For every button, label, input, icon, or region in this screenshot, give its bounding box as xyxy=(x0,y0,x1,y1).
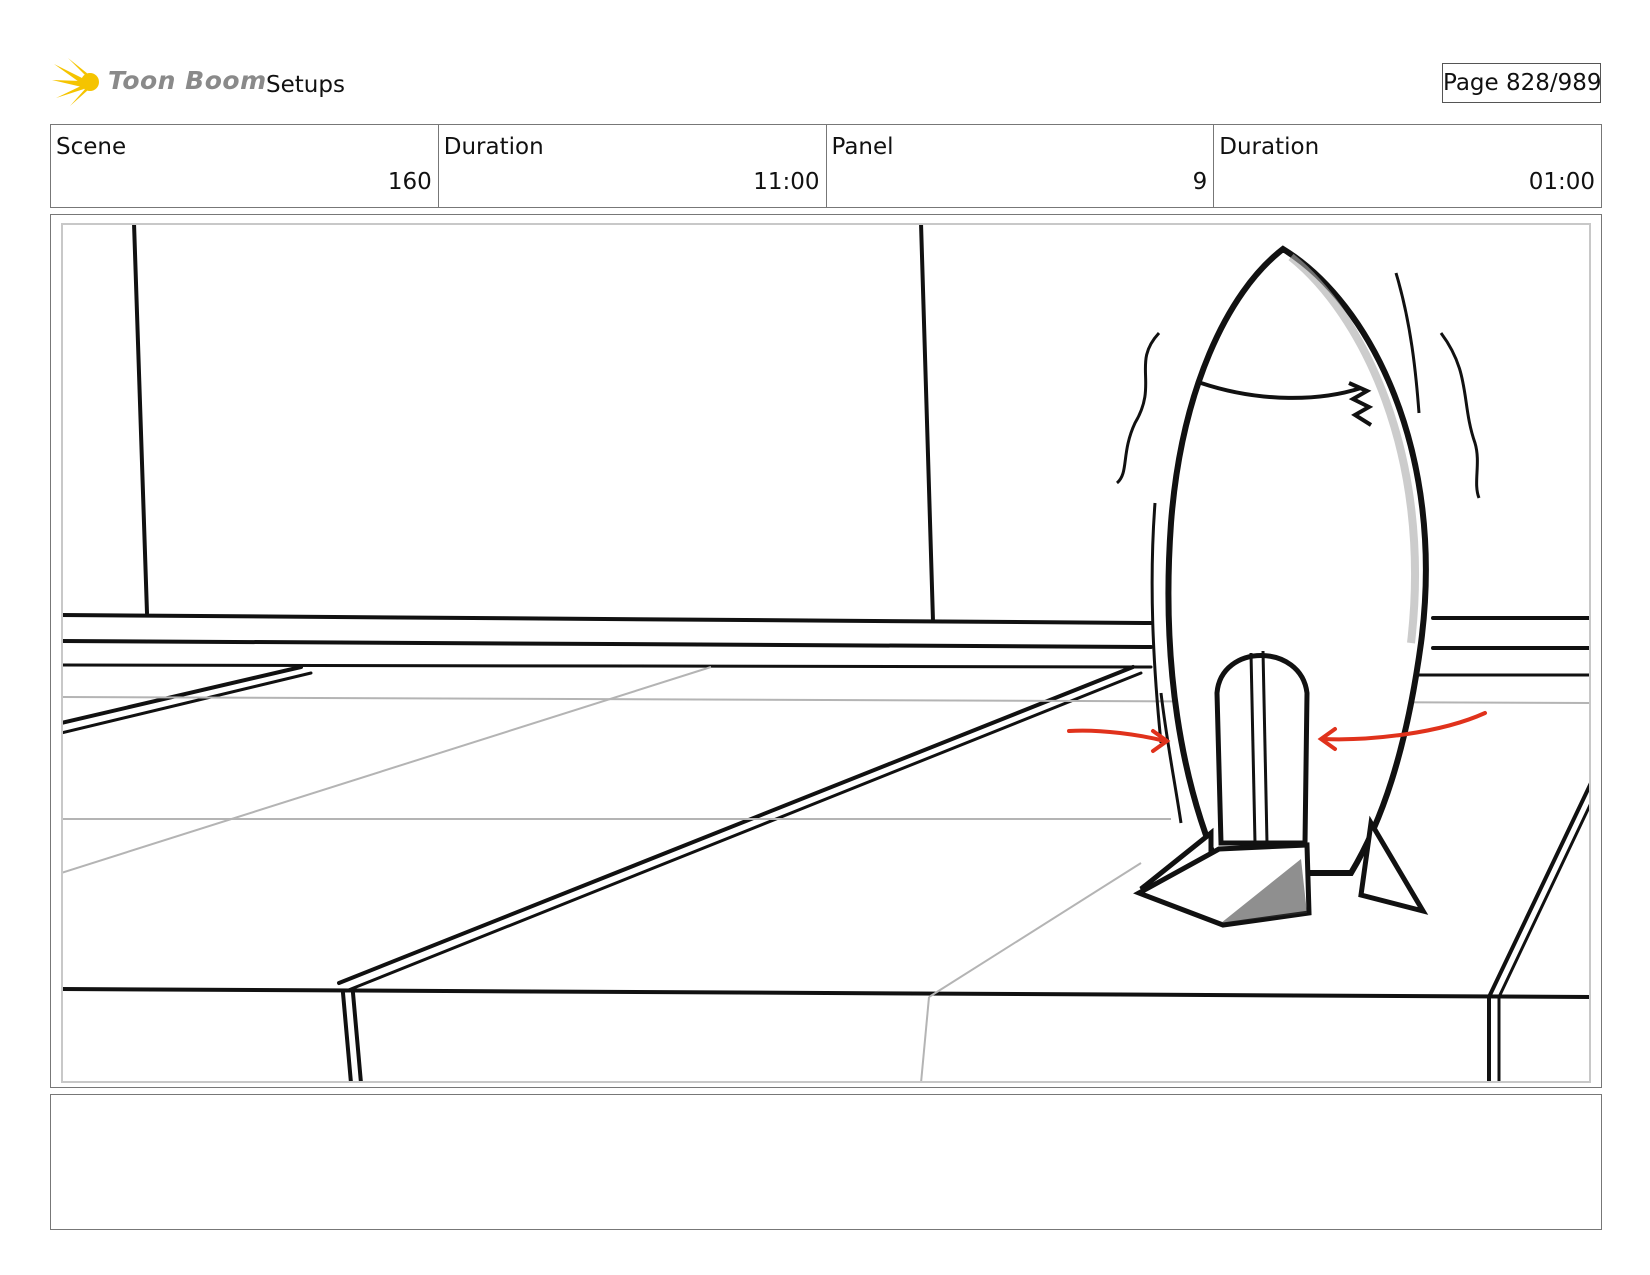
scene-duration-cell: Duration 11:00 xyxy=(439,125,827,207)
panel-drawing xyxy=(61,223,1591,1083)
floor-post xyxy=(1487,781,1591,999)
panel-value: 9 xyxy=(1192,169,1208,195)
floor-post xyxy=(351,991,363,1083)
plank-line xyxy=(337,665,1135,985)
page-indicator: Page 828/989 xyxy=(1442,63,1602,103)
scene-label: Scene xyxy=(56,134,127,160)
logo-burst-icon xyxy=(52,58,99,106)
section-title: Setups xyxy=(266,72,345,98)
panel-duration-label: Duration xyxy=(1219,134,1320,160)
plank-line xyxy=(61,671,313,735)
panel-cell: Panel 9 xyxy=(827,125,1215,207)
toon-boom-logo: Toon Boom xyxy=(52,58,266,108)
floor-edge xyxy=(61,987,1591,999)
scene-cell: Scene 160 xyxy=(51,125,439,207)
rocket-drawing xyxy=(1115,245,1481,928)
scene-duration-label: Duration xyxy=(443,134,544,160)
panel-label: Panel xyxy=(831,134,894,160)
panel-duration-value: 01:00 xyxy=(1528,169,1595,195)
panel-duration-cell: Duration 01:00 xyxy=(1214,125,1601,207)
info-bar: Scene 160 Duration 11:00 Panel 9 Duratio… xyxy=(50,124,1602,208)
storyboard-panel xyxy=(50,214,1602,1088)
guide-line xyxy=(920,996,930,1083)
plank-line xyxy=(344,671,1143,993)
guide-line xyxy=(928,862,1142,998)
wall-line xyxy=(132,223,149,615)
plank-line xyxy=(61,665,303,725)
notes-area xyxy=(50,1094,1602,1230)
scene-value: 160 xyxy=(387,169,432,195)
rail-line xyxy=(61,639,1153,649)
logo-text: Toon Boom xyxy=(108,66,267,95)
floor-post xyxy=(341,991,353,1083)
rail-line xyxy=(61,663,1153,669)
scene-duration-value: 11:00 xyxy=(753,169,820,195)
floor-post xyxy=(1497,801,1591,999)
wall-line xyxy=(919,223,935,623)
rail-line xyxy=(61,613,1153,625)
